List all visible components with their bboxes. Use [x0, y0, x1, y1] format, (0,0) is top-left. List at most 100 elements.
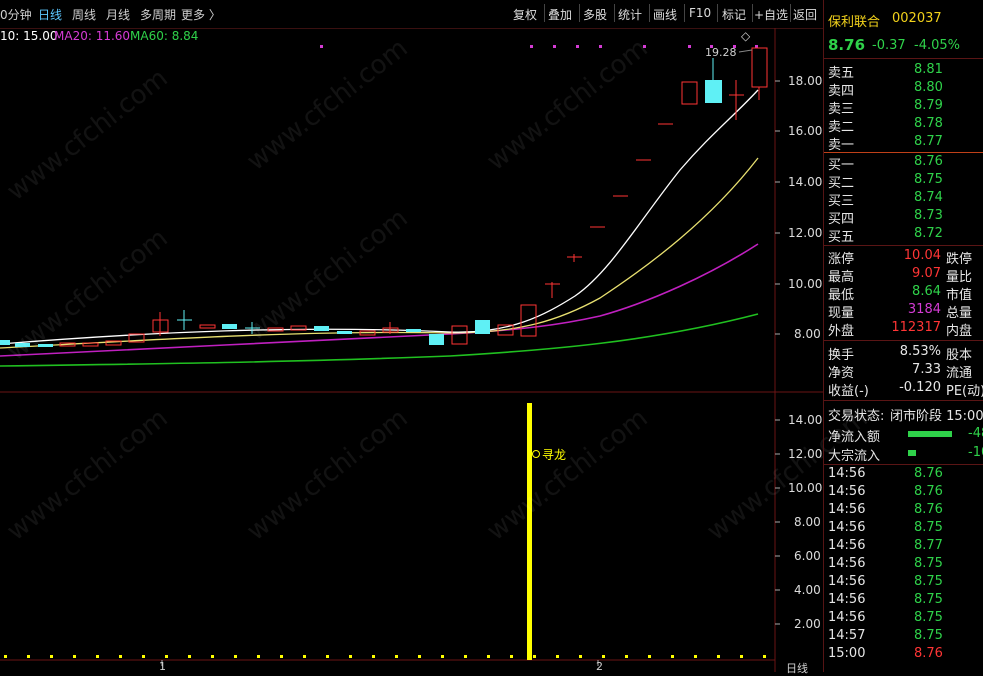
- stat-value: 112317: [891, 320, 941, 335]
- price-tick-label: 10.00: [788, 277, 823, 291]
- baseline-dot: [395, 655, 398, 658]
- baseline-dot: [556, 655, 559, 658]
- tick-time: 14:56: [828, 574, 866, 589]
- x-marker-label: 1: [159, 660, 166, 673]
- tick-time: 14:56: [828, 466, 866, 481]
- signal-volume-bar: [527, 403, 532, 660]
- price-tick-label: 12.00: [788, 226, 823, 240]
- divider: [824, 152, 983, 153]
- bid-price: 8.73: [914, 208, 943, 223]
- tick-price: 8.75: [914, 610, 943, 625]
- price-tick-label: 14.00: [788, 175, 823, 189]
- baseline-dot: [671, 655, 674, 658]
- price-tick-label: 8.00: [794, 327, 821, 341]
- indicator-y-ticks: [775, 419, 780, 625]
- bid-price: 8.75: [914, 172, 943, 187]
- baseline-dot: [694, 655, 697, 658]
- stat-label: 市值: [946, 288, 973, 303]
- bid-label: 买二: [828, 176, 855, 191]
- baseline-dot: [533, 655, 536, 658]
- tick-price: 8.75: [914, 574, 943, 589]
- baseline-dot: [763, 655, 766, 658]
- high-marker-line: [738, 49, 753, 53]
- ask-label: 卖五: [828, 66, 855, 81]
- ask-price: 8.80: [914, 80, 943, 95]
- stat-value: 8.64: [912, 284, 941, 299]
- trade-status-label: 交易状态:: [828, 409, 885, 424]
- baseline-dot: [303, 655, 306, 658]
- tick-row: 14:56 8.75: [824, 610, 983, 628]
- baseline-dot: [487, 655, 490, 658]
- ma60-line: [0, 313, 759, 367]
- price-tick-label: 16.00: [788, 124, 823, 138]
- stat-label: 股本: [946, 348, 973, 363]
- stat-value: 7.33: [912, 362, 941, 377]
- tick-row: 14:56 8.75: [824, 592, 983, 610]
- tick-price: 8.76: [914, 466, 943, 481]
- stat-label: 外盘: [828, 324, 855, 339]
- stat-label: PE(动): [946, 384, 983, 399]
- flow-value: -10: [968, 445, 983, 460]
- tick-row: 14:56 8.75: [824, 520, 983, 538]
- bid-price: 8.76: [914, 154, 943, 169]
- tick-price: 8.76: [914, 502, 943, 517]
- bid-price: 8.72: [914, 226, 943, 241]
- baseline-dot: [119, 655, 122, 658]
- stat-label: 现量: [828, 306, 855, 321]
- baseline-dots: [4, 655, 766, 658]
- stat-value: 10.04: [903, 248, 941, 263]
- stat-label: 最低: [828, 288, 855, 303]
- baseline-dot: [234, 655, 237, 658]
- tick-time: 14:57: [828, 628, 866, 643]
- diamond-icon[interactable]: ◇: [741, 29, 750, 43]
- stat-label: 内盘: [946, 324, 973, 339]
- indicator-tick-label: 4.00: [794, 583, 821, 597]
- baseline-dot: [211, 655, 214, 658]
- baseline-dot: [96, 655, 99, 658]
- tick-time: 14:56: [828, 592, 866, 607]
- tick-price: 8.75: [914, 592, 943, 607]
- tick-price: 8.76: [914, 646, 943, 661]
- stat-label: 跌停: [946, 252, 973, 267]
- baseline-dot: [717, 655, 720, 658]
- ask-price: 8.79: [914, 98, 943, 113]
- baseline-dot: [142, 655, 145, 658]
- tick-price: 8.76: [914, 484, 943, 499]
- bid-label: 买三: [828, 194, 855, 209]
- period-label: 日线: [786, 662, 808, 675]
- indicator-tick-label: 14.00: [788, 413, 823, 427]
- price-change: -0.37: [872, 38, 906, 53]
- price-y-ticks: [775, 80, 780, 335]
- stat-label: 换手: [828, 348, 855, 363]
- quote-panel: 保利联合 002037 8.76 -0.37 -4.05% 卖五 8.81 卖四…: [823, 0, 983, 672]
- baseline-dot: [740, 655, 743, 658]
- stat-label: 总量: [946, 306, 973, 321]
- ask-price: 8.77: [914, 134, 943, 149]
- flow-value: -48: [968, 426, 983, 441]
- stat-label: 净资: [828, 366, 855, 381]
- bid-label: 买一: [828, 158, 855, 173]
- baseline-dot: [4, 655, 7, 658]
- trade-status-value: 闭市阶段 15:00: [890, 409, 983, 424]
- stat-value: -0.120: [899, 380, 941, 395]
- stat-label: 收益(-): [828, 384, 869, 399]
- tick-row: 14:56 8.77: [824, 538, 983, 556]
- tick-time: 14:56: [828, 502, 866, 517]
- tick-price: 8.77: [914, 538, 943, 553]
- tick-price: 8.75: [914, 520, 943, 535]
- baseline-dot: [418, 655, 421, 658]
- ask-label: 卖三: [828, 102, 855, 117]
- flow-label: 大宗流入: [828, 449, 881, 464]
- x-marker-label: 2: [596, 660, 603, 673]
- divider: [824, 58, 983, 59]
- ask-label: 卖二: [828, 120, 855, 135]
- stat-label: 最高: [828, 270, 855, 285]
- tick-list[interactable]: 14:56 8.76 14:56 8.76 14:56 8.76 14:56 8.75 …: [824, 466, 983, 664]
- stat-label: 量比: [946, 270, 973, 285]
- baseline-dot: [648, 655, 651, 658]
- indicator-tick-label: 2.00: [794, 617, 821, 631]
- tick-time: 14:56: [828, 484, 866, 499]
- ask-label: 卖一: [828, 138, 855, 153]
- flow-bar: [908, 450, 916, 456]
- baseline-dot: [625, 655, 628, 658]
